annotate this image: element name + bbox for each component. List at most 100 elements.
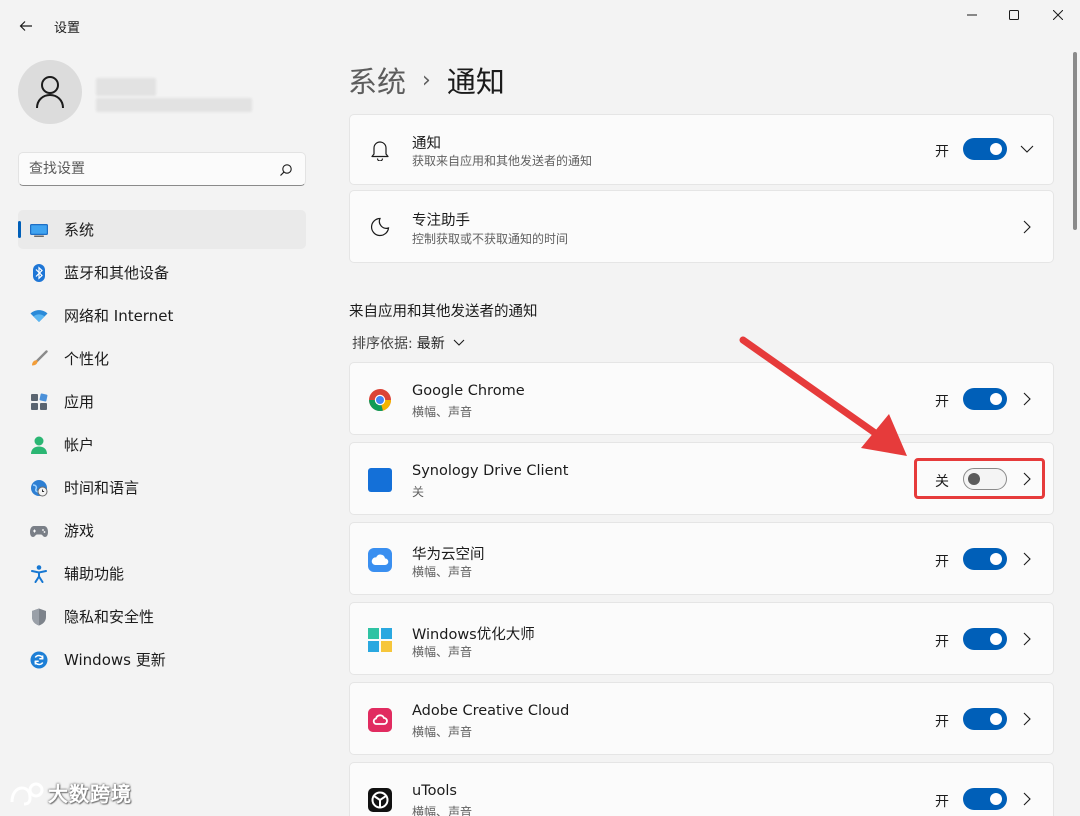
- sidebar-item-label: 个性化: [64, 350, 110, 368]
- close-icon: [1053, 10, 1063, 20]
- app-title: 设置: [54, 21, 81, 36]
- annotation-highlight-box: [914, 458, 1045, 499]
- chevron-right-icon[interactable]: [1020, 792, 1034, 806]
- chevron-right-icon[interactable]: [1020, 632, 1034, 646]
- sidebar-item-network[interactable]: 网络和 Internet: [18, 296, 306, 335]
- minimize-button[interactable]: [950, 4, 994, 26]
- app-status: 横幅、声音: [412, 725, 473, 739]
- title-bar: 设置: [0, 0, 1080, 52]
- app-status: 关: [412, 485, 425, 499]
- profile-name-redacted: [96, 78, 156, 96]
- apps-icon: [30, 393, 48, 411]
- update-icon: [30, 651, 48, 669]
- app-status: 横幅、声音: [412, 805, 473, 816]
- gamepad-icon: [30, 522, 48, 540]
- app-notification-toggle[interactable]: [963, 788, 1007, 810]
- app-notification-toggle[interactable]: [963, 628, 1007, 650]
- card-title: 专注助手: [412, 213, 470, 229]
- sidebar-item-label: 时间和语言: [64, 479, 140, 497]
- sidebar-item-apps[interactable]: 应用: [18, 382, 306, 421]
- chevron-right-icon[interactable]: [1020, 220, 1034, 234]
- app-status: 横幅、声音: [412, 645, 473, 659]
- app-notification-toggle[interactable]: [963, 708, 1007, 730]
- synology-icon: [368, 468, 392, 492]
- app-name: Windows优化大师: [412, 627, 535, 643]
- moon-icon: [368, 215, 392, 239]
- app-row-adobe-cc[interactable]: Adobe Creative Cloud 横幅、声音 开: [349, 682, 1054, 755]
- maximize-button[interactable]: [992, 4, 1036, 26]
- sidebar-item-windows-update[interactable]: Windows 更新: [18, 640, 306, 679]
- chrome-icon: [368, 388, 392, 412]
- toggle-state-label: 开: [935, 394, 949, 410]
- utools-icon: [368, 788, 392, 812]
- sidebar-item-gaming[interactable]: 游戏: [18, 511, 306, 550]
- avatar: [18, 60, 82, 124]
- app-name: Synology Drive Client: [412, 463, 569, 479]
- accessibility-icon: [30, 564, 48, 583]
- minimize-icon: [967, 14, 977, 16]
- app-row-windows-optimizer[interactable]: Windows优化大师 横幅、声音 开: [349, 602, 1054, 675]
- sidebar-item-label: 隐私和安全性: [64, 608, 155, 626]
- sidebar-item-label: 系统: [64, 221, 95, 239]
- settings-search[interactable]: [18, 152, 306, 186]
- sidebar-item-bluetooth[interactable]: 蓝牙和其他设备: [18, 253, 306, 292]
- chevron-right-icon[interactable]: [1020, 712, 1034, 726]
- notifications-card[interactable]: 通知 获取来自应用和其他发送者的通知 开: [349, 114, 1054, 185]
- breadcrumb-separator: ›: [422, 67, 431, 93]
- monitor-icon: [30, 221, 48, 239]
- sidebar-item-privacy[interactable]: 隐私和安全性: [18, 597, 306, 636]
- person-placeholder-icon: [36, 76, 64, 109]
- sidebar-item-personalization[interactable]: 个性化: [18, 339, 306, 378]
- toggle-state-label: 开: [935, 554, 949, 570]
- app-notification-toggle[interactable]: [963, 388, 1007, 410]
- toggle-state-label: 开: [935, 634, 949, 650]
- app-row-utools[interactable]: uTools 横幅、声音 开: [349, 762, 1054, 816]
- toggle-state-label: 开: [935, 794, 949, 810]
- sidebar-item-label: 应用: [64, 393, 95, 411]
- sidebar-item-accessibility[interactable]: 辅助功能: [18, 554, 306, 593]
- app-row-chrome[interactable]: Google Chrome 横幅、声音 开: [349, 362, 1054, 435]
- sort-dropdown[interactable]: 排序依据: 最新: [352, 333, 465, 353]
- chevron-right-icon[interactable]: [1020, 552, 1034, 566]
- notifications-toggle[interactable]: [963, 138, 1007, 160]
- person-icon: [30, 436, 48, 454]
- chevron-down-icon: [453, 335, 465, 351]
- breadcrumb-parent[interactable]: 系统: [348, 59, 406, 101]
- wifi-icon: [30, 307, 48, 325]
- sidebar-item-accounts[interactable]: 帐户: [18, 425, 306, 464]
- focus-assist-card[interactable]: 专注助手 控制获取或不获取通知的时间: [349, 190, 1054, 263]
- sidebar-item-time-language[interactable]: 时间和语言: [18, 468, 306, 507]
- watermark-logo-icon: [10, 782, 44, 805]
- card-subtitle: 控制获取或不获取通知的时间: [412, 232, 569, 246]
- user-profile[interactable]: [18, 60, 308, 126]
- app-name: Adobe Creative Cloud: [412, 703, 570, 719]
- sidebar-item-label: 游戏: [64, 522, 95, 540]
- search-input[interactable]: [29, 159, 269, 179]
- sidebar-item-system[interactable]: 系统: [18, 210, 306, 249]
- search-icon[interactable]: [279, 162, 293, 181]
- brush-icon: [30, 349, 48, 368]
- maximize-icon: [1009, 10, 1019, 20]
- bell-icon: [368, 138, 392, 162]
- page-title: 通知: [446, 65, 505, 99]
- app-name: Google Chrome: [412, 383, 525, 399]
- profile-email-redacted: [96, 98, 252, 112]
- back-button[interactable]: [14, 14, 38, 38]
- sidebar-item-label: 辅助功能: [64, 565, 125, 583]
- chevron-right-icon[interactable]: [1020, 392, 1034, 406]
- toggle-state-label: 开: [935, 144, 949, 160]
- sort-label: 排序依据:: [352, 336, 413, 352]
- card-subtitle: 获取来自应用和其他发送者的通知: [412, 154, 593, 168]
- scrollbar-thumb[interactable]: [1073, 52, 1077, 230]
- card-title: 通知: [412, 136, 441, 152]
- chevron-down-icon[interactable]: [1020, 142, 1034, 156]
- adobe-cc-icon: [368, 708, 392, 732]
- close-button[interactable]: [1036, 4, 1080, 26]
- toggle-state-label: 开: [935, 714, 949, 730]
- sidebar-nav: 系统 蓝牙和其他设备 网络和 Internet 个性化 应用 帐户 时间和语言 …: [18, 210, 306, 683]
- sidebar-item-label: 蓝牙和其他设备: [64, 264, 170, 282]
- app-row-huawei-cloud[interactable]: 华为云空间 横幅、声音 开: [349, 522, 1054, 595]
- sidebar-item-label: 网络和 Internet: [64, 307, 174, 325]
- watermark: 大数跨境: [8, 778, 132, 807]
- app-notification-toggle[interactable]: [963, 548, 1007, 570]
